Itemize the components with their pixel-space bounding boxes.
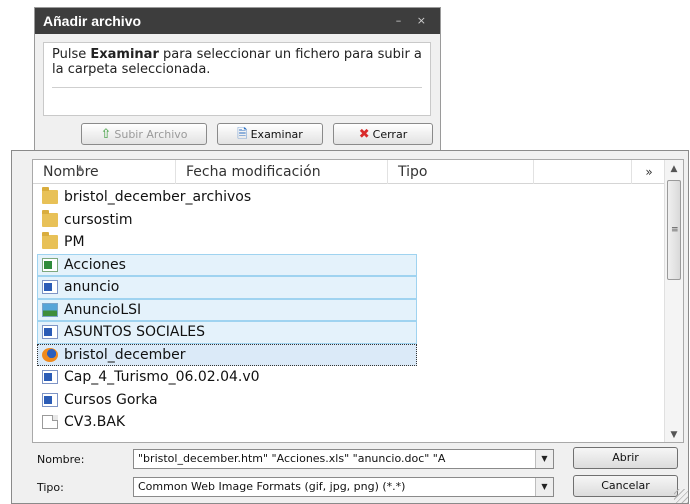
file-list: bristol_december_archivos cursostim PM A… (33, 186, 666, 434)
filename-label: Nombre: (37, 453, 85, 466)
message-prefix: Pulse (52, 47, 91, 62)
grip-icon: ≡ (671, 225, 679, 235)
upload-dialog-titlebar[interactable]: Añadir archivo – × (35, 8, 440, 34)
filetype-select[interactable]: Common Web Image Formats (gif, jpg, png)… (133, 477, 554, 497)
sort-ascending-icon: ▲ (77, 163, 84, 172)
list-item[interactable]: cursostim (37, 209, 417, 232)
open-button[interactable]: Abrir (573, 447, 678, 469)
file-name: PM (64, 234, 85, 251)
browse-button[interactable]: 🗎 Examinar (217, 123, 323, 145)
folder-icon (42, 209, 58, 227)
word-file-icon (42, 280, 58, 295)
browse-label: Examinar (250, 127, 303, 141)
file-name: ASUNTOS SOCIALES (64, 324, 206, 341)
column-date-label: Fecha modificación (186, 164, 321, 180)
file-name: CV3.BAK (64, 414, 126, 431)
list-item[interactable]: anuncio (37, 276, 417, 299)
close-button[interactable]: ✖ Cerrar (333, 123, 433, 145)
list-item[interactable]: bristol_december_archivos (37, 186, 417, 209)
upload-dialog-title: Añadir archivo (43, 13, 142, 29)
list-item[interactable]: Cap_4_Turismo_06.02.04.v0 (37, 366, 417, 389)
file-name: cursostim (64, 211, 133, 228)
column-name-label: Nombre (43, 164, 99, 180)
list-item[interactable]: Cursos Gorka (37, 389, 417, 412)
file-name: AnuncioLSI (64, 301, 142, 318)
blank-file-icon (42, 415, 58, 430)
scroll-up-icon[interactable]: ▲ (665, 160, 683, 178)
list-item[interactable]: bristol_december (37, 343, 417, 366)
column-type[interactable]: Tipo (388, 160, 534, 184)
close-x-icon: ✖ (358, 126, 370, 142)
list-item[interactable]: Acciones (37, 253, 417, 276)
message-divider (52, 87, 422, 88)
image-file-icon (42, 302, 58, 317)
browse-icon: 🗎 (237, 126, 248, 142)
more-columns-icon: » (645, 165, 653, 179)
upload-arrow-icon: ⇧ (100, 126, 112, 142)
list-item[interactable]: ASUNTOS SOCIALES (37, 321, 417, 344)
folder-icon (42, 187, 58, 205)
chevron-down-icon[interactable]: ▼ (535, 450, 553, 468)
file-name: Cap_4_Turismo_06.02.04.v0 (64, 369, 260, 386)
file-name: bristol_december_archivos (64, 189, 252, 206)
file-open-dialog: ▲ Nombre Fecha modificación Tipo » brist… (11, 150, 689, 504)
word-file-icon (42, 370, 58, 385)
vertical-scrollbar[interactable]: ▲ ≡ ▼ (664, 160, 683, 442)
scroll-down-icon[interactable]: ▼ (665, 426, 683, 442)
list-item[interactable]: PM (37, 231, 417, 254)
filename-field[interactable]: "bristol_december.htm" "Acciones.xls" "a… (133, 449, 554, 469)
close-label: Cerrar (372, 127, 408, 141)
message-bold: Examinar (90, 47, 159, 62)
column-date-modified[interactable]: Fecha modificación (176, 160, 388, 184)
excel-file-icon (42, 257, 58, 272)
upload-file-button[interactable]: ⇧ Subir Archivo (81, 123, 207, 145)
file-list-pane[interactable]: ▲ Nombre Fecha modificación Tipo » brist… (32, 159, 684, 443)
more-columns-button[interactable]: » (632, 160, 666, 184)
firefox-html-icon (42, 347, 58, 362)
word-file-icon (42, 392, 58, 407)
resize-grip-icon[interactable] (674, 489, 688, 503)
window-controls[interactable]: – × (396, 14, 432, 27)
column-type-label: Tipo (398, 164, 428, 180)
word-file-icon (42, 325, 58, 340)
column-name[interactable]: ▲ Nombre (33, 160, 176, 184)
file-name: Cursos Gorka (64, 391, 158, 408)
chevron-down-icon[interactable]: ▼ (535, 478, 553, 496)
folder-icon (42, 232, 58, 250)
filename-value: "bristol_december.htm" "Acciones.xls" "a… (138, 452, 446, 465)
upload-dialog: Añadir archivo – × Pulse Examinar para s… (34, 7, 441, 152)
list-item[interactable]: CV3.BAK (37, 411, 417, 434)
list-item[interactable]: AnuncioLSI (37, 298, 417, 321)
file-name: bristol_december (64, 346, 186, 363)
upload-message-box: Pulse Examinar para seleccionar un fiche… (43, 42, 431, 116)
file-name: anuncio (64, 279, 120, 296)
filetype-value: Common Web Image Formats (gif, jpg, png)… (138, 480, 406, 493)
scroll-thumb[interactable]: ≡ (667, 180, 681, 280)
column-header: ▲ Nombre Fecha modificación Tipo » (33, 160, 666, 184)
cancel-button[interactable]: Cancelar (573, 475, 678, 497)
upload-file-label: Subir Archivo (114, 127, 188, 141)
file-name: Acciones (64, 256, 126, 273)
column-empty[interactable] (534, 160, 632, 184)
filetype-label: Tipo: (37, 481, 64, 494)
